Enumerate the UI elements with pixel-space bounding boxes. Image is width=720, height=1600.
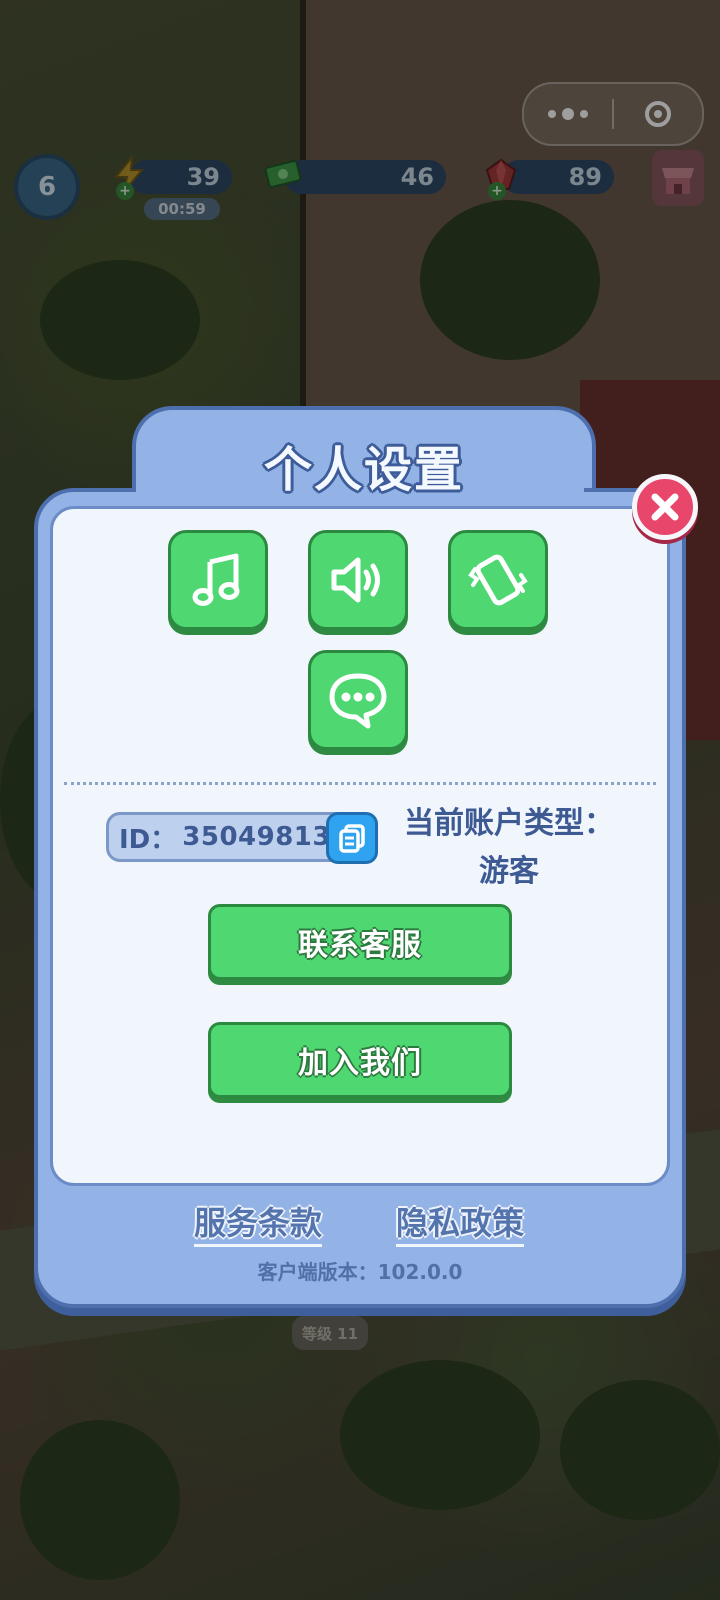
join-us-button[interactable]: 加入我们 bbox=[208, 1022, 512, 1098]
client-version-value: 102.0.0 bbox=[377, 1260, 463, 1284]
music-note-icon bbox=[192, 553, 240, 606]
close-button[interactable] bbox=[632, 474, 698, 540]
sound-toggle-button[interactable] bbox=[308, 530, 408, 630]
section-divider bbox=[64, 782, 656, 785]
player-id-label: ID： bbox=[119, 824, 177, 855]
terms-of-service-link[interactable]: 服务条款 bbox=[194, 1198, 323, 1247]
privacy-policy-link[interactable]: 隐私政策 bbox=[396, 1198, 525, 1247]
client-version-label: 客户端版本： bbox=[257, 1260, 378, 1284]
vibrate-phone-icon bbox=[468, 554, 528, 606]
copy-icon bbox=[339, 824, 365, 853]
music-toggle-button[interactable] bbox=[168, 530, 268, 630]
player-id-value: 350498130 bbox=[182, 822, 350, 852]
dialog-title: 个人设置 bbox=[263, 442, 464, 498]
speaker-icon bbox=[331, 557, 380, 603]
copy-id-button[interactable] bbox=[326, 812, 378, 864]
chat-toggle-button[interactable] bbox=[308, 650, 408, 750]
contact-support-button[interactable]: 联系客服 bbox=[208, 904, 512, 980]
vibration-toggle-button[interactable] bbox=[448, 530, 548, 630]
account-type-value: 游客 bbox=[479, 854, 539, 889]
account-type-label: 当前账户类型： bbox=[404, 806, 614, 841]
chat-bubble-icon bbox=[329, 673, 387, 729]
close-icon bbox=[651, 493, 679, 521]
client-version: 客户端版本：102.0.0 bbox=[34, 1256, 686, 1285]
